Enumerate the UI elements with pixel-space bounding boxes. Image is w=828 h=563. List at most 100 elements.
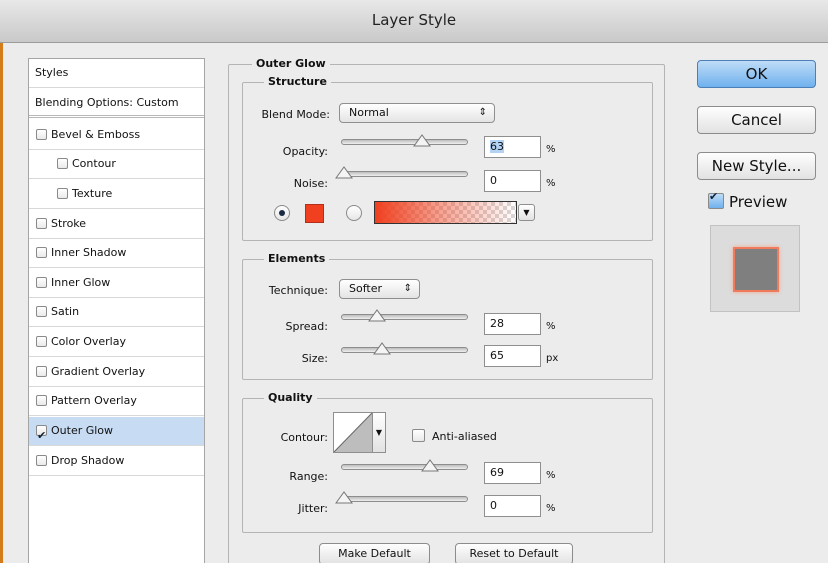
opacity-slider[interactable] bbox=[341, 134, 468, 147]
inner-glow-checkbox[interactable] bbox=[36, 277, 47, 288]
style-item-label: Pattern Overlay bbox=[51, 394, 137, 407]
quality-title: Quality bbox=[264, 391, 317, 404]
style-item-label: Inner Shadow bbox=[51, 246, 127, 259]
outer-glow-title: Outer Glow bbox=[252, 57, 330, 70]
jitter-unit: % bbox=[546, 503, 556, 514]
noise-unit: % bbox=[546, 178, 556, 189]
noise-slider[interactable] bbox=[335, 166, 468, 179]
styles-list: Styles Blending Options: Custom Bevel & … bbox=[28, 58, 205, 563]
range-label: Range: bbox=[289, 470, 328, 483]
style-item-label: Drop Shadow bbox=[51, 454, 125, 467]
drop-shadow-checkbox[interactable] bbox=[36, 455, 47, 466]
gradient-radio[interactable] bbox=[346, 205, 362, 221]
style-item-contour[interactable]: Contour bbox=[29, 150, 204, 179]
style-item-color-overlay[interactable]: Color Overlay bbox=[29, 328, 204, 357]
gradient-overlay-checkbox[interactable] bbox=[36, 366, 47, 377]
blend-mode-value: Normal bbox=[349, 106, 389, 119]
range-unit: % bbox=[546, 470, 556, 481]
style-item-label: Outer Glow bbox=[51, 424, 114, 437]
select-arrows-icon: ⇕ bbox=[478, 107, 487, 118]
window-title: Layer Style bbox=[371, 11, 457, 29]
cancel-button[interactable]: Cancel bbox=[697, 106, 816, 134]
style-item-drop-shadow[interactable]: Drop Shadow bbox=[29, 447, 204, 476]
size-label: Size: bbox=[301, 352, 328, 365]
size-slider[interactable] bbox=[341, 342, 468, 355]
new-style-button[interactable]: New Style... bbox=[697, 152, 816, 180]
styles-header[interactable]: Styles bbox=[29, 59, 204, 88]
blend-mode-select[interactable]: Normal ⇕ bbox=[339, 103, 495, 123]
contour-preview[interactable] bbox=[333, 412, 373, 453]
style-item-satin[interactable]: Satin bbox=[29, 298, 204, 327]
style-item-label: Stroke bbox=[51, 217, 87, 230]
gradient-dropdown-icon[interactable]: ▼ bbox=[518, 204, 535, 221]
ok-button[interactable]: OK bbox=[697, 60, 816, 88]
technique-label: Technique: bbox=[268, 284, 328, 297]
style-item-label: Texture bbox=[72, 187, 113, 200]
solid-color-radio[interactable] bbox=[274, 205, 290, 221]
pattern-overlay-checkbox[interactable] bbox=[36, 395, 47, 406]
spread-value: 28 bbox=[490, 317, 504, 330]
style-item-inner-shadow[interactable]: Inner Shadow bbox=[29, 239, 204, 268]
blending-options-item[interactable]: Blending Options: Custom bbox=[29, 89, 204, 118]
title-bar[interactable]: Layer Style bbox=[0, 0, 828, 43]
styles-header-label: Styles bbox=[35, 66, 69, 79]
color-overlay-checkbox[interactable] bbox=[36, 336, 47, 347]
preview-toggle[interactable]: Preview bbox=[708, 190, 787, 211]
texture-checkbox[interactable] bbox=[57, 188, 68, 199]
size-unit: px bbox=[546, 353, 559, 364]
outer-glow-checkbox[interactable] bbox=[36, 422, 47, 450]
contour-dropdown-icon[interactable]: ▼ bbox=[373, 412, 386, 453]
technique-select[interactable]: Softer ⇕ bbox=[339, 279, 420, 299]
satin-checkbox[interactable] bbox=[36, 306, 47, 317]
gradient-swatch[interactable] bbox=[374, 201, 517, 224]
window-edge bbox=[0, 0, 3, 563]
select-arrows-icon: ⇕ bbox=[403, 283, 412, 294]
style-item-gradient-overlay[interactable]: Gradient Overlay bbox=[29, 358, 204, 387]
technique-value: Softer bbox=[349, 282, 382, 295]
stroke-checkbox[interactable] bbox=[36, 218, 47, 229]
contour-label: Contour: bbox=[280, 431, 328, 444]
range-input[interactable]: 69 bbox=[484, 462, 541, 484]
style-item-label: Gradient Overlay bbox=[51, 365, 146, 378]
jitter-input[interactable]: 0 bbox=[484, 495, 541, 517]
inner-shadow-checkbox[interactable] bbox=[36, 247, 47, 258]
style-item-label: Color Overlay bbox=[51, 335, 126, 348]
opacity-unit: % bbox=[546, 144, 556, 155]
blend-mode-label: Blend Mode: bbox=[261, 108, 331, 121]
glow-color-swatch[interactable] bbox=[305, 204, 324, 223]
noise-value: 0 bbox=[490, 174, 497, 187]
style-item-label: Satin bbox=[51, 305, 80, 318]
spread-label: Spread: bbox=[285, 320, 328, 333]
spread-unit: % bbox=[546, 321, 556, 332]
size-value: 65 bbox=[490, 349, 504, 362]
style-item-inner-glow[interactable]: Inner Glow bbox=[29, 269, 204, 298]
make-default-button[interactable]: Make Default bbox=[319, 543, 430, 563]
style-item-label: Contour bbox=[72, 157, 116, 170]
blending-options-label: Blending Options: Custom bbox=[35, 96, 179, 109]
size-input[interactable]: 65 bbox=[484, 345, 541, 367]
contour-curve-icon bbox=[333, 412, 373, 453]
noise-input[interactable]: 0 bbox=[484, 170, 541, 192]
jitter-label: Jitter: bbox=[298, 502, 328, 515]
spread-input[interactable]: 28 bbox=[484, 313, 541, 335]
opacity-value: 63 bbox=[490, 140, 504, 153]
style-item-texture[interactable]: Texture bbox=[29, 180, 204, 209]
style-item-stroke[interactable]: Stroke bbox=[29, 210, 204, 239]
style-item-bevel-emboss[interactable]: Bevel & Emboss bbox=[29, 121, 204, 150]
style-preview bbox=[710, 225, 800, 312]
style-item-label: Inner Glow bbox=[51, 276, 111, 289]
anti-aliased-checkbox[interactable] bbox=[412, 429, 425, 442]
contour-checkbox[interactable] bbox=[57, 158, 68, 169]
spread-slider[interactable] bbox=[341, 309, 468, 322]
preview-swatch bbox=[733, 247, 779, 292]
jitter-slider[interactable] bbox=[335, 491, 468, 504]
preview-checkbox[interactable] bbox=[708, 190, 724, 209]
bevel-emboss-checkbox[interactable] bbox=[36, 129, 47, 140]
opacity-input[interactable]: 63 bbox=[484, 136, 541, 158]
reset-to-default-button[interactable]: Reset to Default bbox=[455, 543, 573, 563]
structure-title: Structure bbox=[264, 75, 331, 88]
style-item-outer-glow[interactable]: Outer Glow bbox=[29, 417, 204, 450]
range-slider[interactable] bbox=[341, 459, 468, 472]
jitter-value: 0 bbox=[490, 499, 497, 512]
style-item-pattern-overlay[interactable]: Pattern Overlay bbox=[29, 387, 204, 416]
